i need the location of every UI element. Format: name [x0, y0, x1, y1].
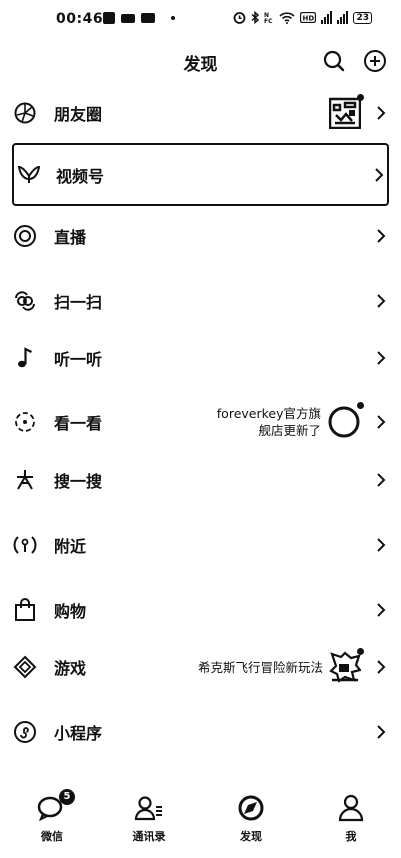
tab-discover[interactable]: 发现: [211, 794, 291, 844]
menu-label: 小程序: [54, 724, 103, 743]
chevron-right-icon: [377, 351, 386, 365]
menu-label: 直播: [54, 228, 87, 247]
tab-contacts[interactable]: 通讯录: [109, 794, 189, 844]
menu-item-search[interactable]: 搜一搜: [12, 449, 389, 511]
app-notification-icon: [103, 12, 115, 24]
unread-badge: 5: [59, 789, 75, 805]
menu-label: 看一看: [54, 414, 103, 433]
scan-icon: [12, 288, 38, 314]
nearby-icon: [12, 532, 38, 558]
status-time: 00:46: [56, 11, 104, 27]
hd-icon: HD: [300, 12, 317, 23]
alarm-icon: [234, 12, 246, 24]
menu-item-shopping[interactable]: 购物: [12, 579, 389, 641]
search-icon[interactable]: [321, 48, 347, 74]
update-line-1: foreverkey官方旗: [216, 406, 321, 421]
tab-me[interactable]: 我: [311, 794, 391, 844]
menu-item-top-stories[interactable]: 看一看 foreverkey官方旗 舰店更新了: [12, 391, 389, 453]
menu-item-live[interactable]: 直播: [12, 205, 389, 267]
unread-dot: [357, 94, 364, 101]
contacts-icon: [134, 794, 164, 824]
person-icon: [336, 794, 366, 824]
menu-item-mini-programs[interactable]: 小程序: [12, 701, 389, 763]
svg-text:HD: HD: [303, 15, 315, 23]
wifi-icon: [279, 12, 296, 24]
bottom-tab-bar: 5 微信 通讯录 发现 我: [0, 788, 401, 858]
channels-icon: [16, 162, 42, 188]
game-thumbnail: [329, 648, 364, 684]
chevron-right-icon: [377, 415, 386, 429]
battery-indicator: 23: [353, 11, 372, 24]
menu-item-nearby[interactable]: 附近: [12, 514, 389, 576]
svg-text:FC: FC: [264, 18, 273, 24]
tab-label: 通讯录: [132, 830, 166, 843]
chevron-right-icon: [377, 603, 386, 617]
menu-label: 购物: [54, 602, 87, 621]
menu-item-moments[interactable]: 朋友圈: [12, 82, 389, 144]
top-stories-update: foreverkey官方旗 舰店更新了: [217, 402, 364, 439]
games-promo-text: 希克斯飞行冒险新玩法: [197, 659, 323, 675]
tab-label: 发现: [240, 830, 262, 843]
unread-dot: [357, 402, 364, 409]
nfc-icon: NFC: [264, 12, 273, 24]
signal-1-icon: [321, 11, 333, 24]
compass-icon: [236, 794, 266, 824]
update-line-2: 舰店更新了: [258, 423, 321, 438]
moments-icon: [12, 100, 38, 126]
menu-item-channels[interactable]: 视频号: [12, 143, 389, 206]
menu-label: 搜一搜: [54, 472, 103, 491]
bluetooth-icon: [251, 11, 260, 24]
menu-label: 听一听: [54, 350, 103, 369]
dot-icon: [171, 16, 175, 20]
tab-chats[interactable]: 5 微信: [12, 789, 92, 844]
update-text: foreverkey官方旗 舰店更新了: [217, 405, 321, 439]
shopping-bag-icon: [12, 597, 38, 623]
menu-item-listen[interactable]: 听一听: [12, 327, 389, 389]
music-note-icon: [12, 345, 38, 371]
chevron-right-icon: [377, 473, 386, 487]
chat-bubbles-icon: 5: [37, 789, 75, 824]
account-avatar: [327, 402, 364, 439]
chevron-right-icon: [377, 660, 386, 674]
chevron-right-icon: [375, 167, 384, 182]
chevron-right-icon: [377, 229, 386, 243]
status-bar: 00:46 N FC HD 23: [0, 0, 401, 40]
menu-label: 视频号: [56, 166, 105, 186]
menu-label: 朋友圈: [54, 105, 103, 124]
chevron-right-icon: [377, 725, 386, 739]
signal-2-icon: [337, 11, 349, 24]
games-icon: [12, 654, 38, 680]
moments-preview: [328, 94, 364, 130]
page-header: 发现: [0, 42, 401, 80]
menu-label: 扫一扫: [54, 293, 103, 312]
menu-item-scan[interactable]: 扫一扫: [12, 270, 389, 332]
top-stories-icon: [12, 409, 38, 435]
tab-label: 微信: [41, 830, 63, 843]
tab-label: 我: [345, 830, 357, 843]
menu-label: 附近: [54, 537, 87, 556]
search-feature-icon: [12, 467, 38, 493]
mini-program-icon: [12, 719, 38, 745]
system-icons: N FC HD 23: [233, 11, 372, 24]
moments-thumbnail: [328, 94, 364, 130]
menu-label: 游戏: [54, 659, 87, 678]
mail-notification-icon: [141, 13, 155, 23]
live-icon: [12, 223, 38, 249]
unread-dot: [357, 648, 364, 655]
menu-item-games[interactable]: 游戏 希克斯飞行冒险新玩法: [12, 636, 389, 698]
chevron-right-icon: [377, 538, 386, 552]
chevron-right-icon: [377, 106, 386, 120]
message-notification-icon: [121, 13, 135, 23]
add-icon[interactable]: [362, 48, 388, 74]
chevron-right-icon: [377, 294, 386, 308]
notification-icons: [103, 12, 175, 24]
games-promo: 希克斯飞行冒险新玩法: [197, 648, 364, 684]
